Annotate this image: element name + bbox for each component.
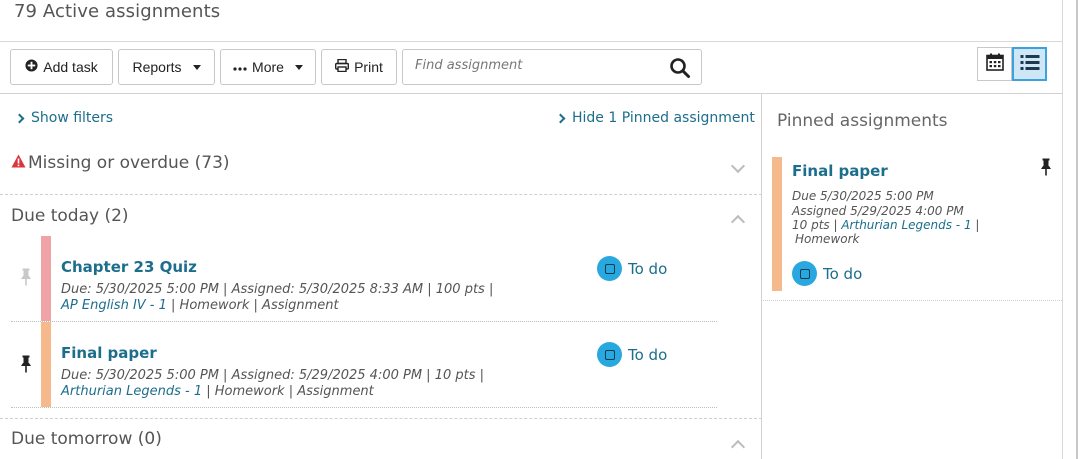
- reports-dropdown[interactable]: Reports: [118, 49, 215, 85]
- item-divider: [11, 321, 717, 322]
- todo-checkbox-icon: [792, 261, 817, 286]
- section-today-header[interactable]: Due today (2): [11, 206, 129, 226]
- hide-pinned-label: Hide 1 Pinned assignment: [572, 110, 755, 126]
- course-link[interactable]: Arthurian Legends - 1: [61, 384, 202, 399]
- todo-label: To do: [628, 345, 668, 364]
- pin-outline-icon[interactable]: [19, 268, 33, 286]
- show-filters-label: Show filters: [31, 110, 114, 126]
- assignment-meta-line2: AP English IV - 1 | Homework | Assignmen…: [61, 298, 339, 313]
- section-tomorrow-title: Due tomorrow (0): [11, 429, 162, 449]
- course-link[interactable]: AP English IV - 1: [61, 298, 167, 313]
- course-color-bar: [41, 236, 51, 321]
- course-link[interactable]: Arthurian Legends - 1: [841, 218, 971, 232]
- list-view-toggle[interactable]: [1012, 47, 1047, 81]
- plus-circle-icon: [25, 59, 38, 75]
- assignment-type: | Homework | Assignment: [202, 384, 374, 399]
- content-edge: [1062, 0, 1063, 459]
- pinned-points: 10 pts |: [792, 218, 838, 232]
- assignment-meta-line2: Arthurian Legends - 1 | Homework | Assig…: [61, 384, 374, 399]
- assignment-title-link[interactable]: Chapter 23 Quiz: [61, 258, 197, 276]
- pin-icon[interactable]: [19, 355, 33, 373]
- caret-down-icon: [294, 64, 303, 70]
- pinned-divider: [763, 300, 1062, 301]
- pinned-assignment-title-link[interactable]: Final paper: [792, 162, 888, 180]
- chevron-right-icon: [555, 113, 566, 123]
- reports-label: Reports: [132, 59, 182, 75]
- caret-down-icon: [192, 64, 201, 70]
- print-label: Print: [354, 59, 383, 75]
- todo-status-button[interactable]: To do: [597, 342, 667, 367]
- todo-checkbox-icon: [597, 342, 622, 367]
- add-task-label: Add task: [43, 59, 98, 75]
- assignment-title-link[interactable]: Final paper: [61, 344, 157, 362]
- page-title: 79 Active assignments: [14, 1, 221, 22]
- assignment-type: | Homework | Assignment: [166, 298, 339, 313]
- assignment-meta: Due: 5/30/2025 5:00 PM | Assigned: 5/30/…: [61, 282, 494, 297]
- warning-icon: [11, 153, 26, 173]
- todo-label: To do: [628, 259, 668, 278]
- pin-icon[interactable]: [1039, 158, 1053, 176]
- print-button[interactable]: Print: [321, 49, 397, 85]
- list-icon: [1020, 54, 1040, 75]
- more-label: More: [252, 59, 284, 75]
- search-box: [402, 49, 702, 85]
- add-task-button[interactable]: Add task: [10, 49, 113, 85]
- search-input[interactable]: [415, 58, 655, 73]
- header-divider: [0, 41, 1062, 42]
- ellipsis-icon: [233, 59, 247, 75]
- course-color-bar: [772, 157, 782, 291]
- section-missing-header[interactable]: Missing or overdue (73): [11, 153, 230, 173]
- show-filters-link[interactable]: Show filters: [14, 110, 114, 126]
- todo-checkbox-icon: [597, 256, 622, 281]
- hide-pinned-link[interactable]: Hide 1 Pinned assignment: [555, 110, 755, 126]
- pinned-panel-title: Pinned assignments: [777, 111, 948, 131]
- printer-icon: [335, 58, 350, 75]
- pinned-type: Homework: [795, 232, 860, 246]
- pinned-assigned: Assigned 5/29/2025 4:00 PM: [792, 204, 964, 218]
- chevron-right-icon: [14, 113, 25, 123]
- pinned-sep: |: [971, 218, 980, 232]
- calendar-view-toggle[interactable]: [977, 47, 1012, 81]
- section-divider: [0, 418, 762, 419]
- assignment-meta: Due: 5/30/2025 5:00 PM | Assigned: 5/29/…: [61, 368, 485, 383]
- pinned-todo-status-button[interactable]: To do: [792, 261, 862, 286]
- section-tomorrow-header[interactable]: Due tomorrow (0): [11, 429, 162, 449]
- pinned-due: Due 5/30/2025 5:00 PM: [792, 189, 934, 203]
- calendar-icon: [985, 53, 1004, 75]
- section-divider: [0, 194, 762, 195]
- todo-status-button[interactable]: To do: [597, 256, 667, 281]
- todo-label: To do: [823, 264, 863, 283]
- section-missing-title: Missing or overdue (73): [28, 153, 230, 173]
- search-icon[interactable]: [669, 57, 691, 79]
- section-today-title: Due today (2): [11, 206, 129, 226]
- pinned-meta-line: 10 pts | Arthurian Legends - 1 |: [792, 218, 979, 232]
- course-color-bar: [41, 322, 51, 407]
- more-dropdown[interactable]: More: [220, 49, 316, 85]
- item-divider: [11, 407, 717, 408]
